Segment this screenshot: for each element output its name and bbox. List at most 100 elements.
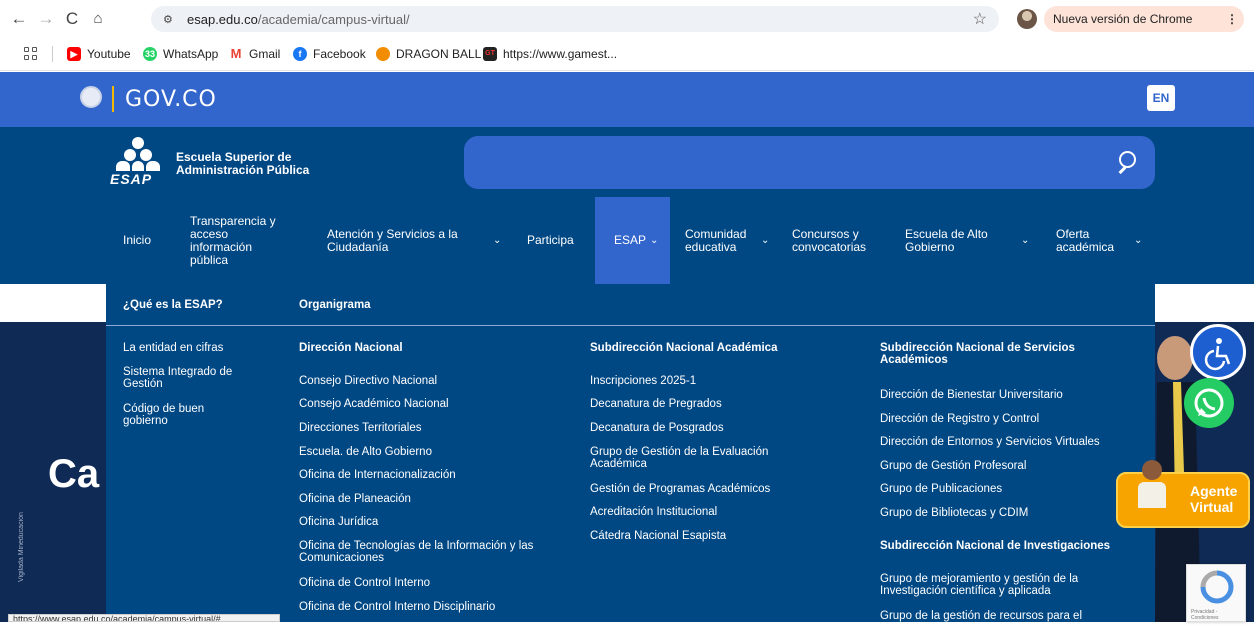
- institution-name[interactable]: Escuela Superior de Administración Públi…: [176, 151, 309, 177]
- nav-item-inicio[interactable]: Inicio: [114, 197, 162, 284]
- virtual-agent-label: Agente Virtual: [1190, 483, 1238, 515]
- esap-logo-text: ESAP: [110, 171, 153, 187]
- colombia-shield-icon[interactable]: [80, 86, 102, 108]
- link-sistema-integrado[interactable]: Sistema Integrado de Gestión: [123, 366, 253, 390]
- link-organigrama[interactable]: Organigrama: [299, 299, 371, 311]
- search-input[interactable]: [480, 150, 1100, 176]
- link-gestion-recursos[interactable]: Grupo de la gestión de recursos para el: [880, 610, 1120, 622]
- bookmark-star-icon[interactable]: ☆: [973, 9, 987, 29]
- link-programas-academicos[interactable]: Gestión de Programas Académicos: [590, 483, 770, 495]
- link-bienestar[interactable]: Dirección de Bienestar Universitario: [880, 389, 1063, 401]
- link-codigo-buen-gobierno[interactable]: Código de buen gobierno: [123, 403, 233, 427]
- link-escuela-alto-gobierno[interactable]: Escuela. de Alto Gobierno: [299, 446, 432, 458]
- link-decanatura-posgrados[interactable]: Decanatura de Posgrados: [590, 422, 724, 434]
- recaptcha-badge[interactable]: Privacidad - Condiciones: [1186, 564, 1246, 622]
- link-consejo-academico[interactable]: Consejo Académico Nacional: [299, 398, 449, 410]
- link-internacionalizacion[interactable]: Oficina de Internacionalización: [299, 469, 456, 481]
- bookmark-facebook[interactable]: f Facebook: [293, 46, 366, 62]
- nav-item-alto-gobierno[interactable]: Escuela de Alto Gobierno ⌄: [905, 197, 1030, 284]
- link-mejoramiento-investigacion[interactable]: Grupo de mejoramiento y gestión de la In…: [880, 573, 1110, 597]
- youtube-icon: ▶: [67, 47, 81, 61]
- bookmark-youtube[interactable]: ▶ Youtube: [67, 46, 131, 62]
- chevron-down-icon: ⌄: [493, 235, 502, 246]
- url-text[interactable]: esap.edu.co/academia/campus-virtual/: [187, 12, 410, 27]
- link-acreditacion[interactable]: Acreditación Institucional: [590, 506, 717, 518]
- whatsapp-icon: 33: [143, 47, 157, 61]
- link-entornos-virtuales[interactable]: Dirección de Entornos y Servicios Virtua…: [880, 436, 1100, 448]
- address-bar[interactable]: ⚙ esap.edu.co/academia/campus-virtual/ ☆: [151, 6, 999, 32]
- chevron-down-icon: ⌄: [1021, 235, 1030, 246]
- link-direcciones-territoriales[interactable]: Direcciones Territoriales: [299, 422, 422, 434]
- agent-avatar-icon: [1138, 460, 1166, 508]
- link-bibliotecas[interactable]: Grupo de Bibliotecas y CDIM: [880, 507, 1028, 519]
- link-que-es-esap[interactable]: ¿Qué es la ESAP?: [123, 299, 223, 311]
- link-oficina-tecnologias[interactable]: Oficina de Tecnologías de la Información…: [299, 540, 561, 564]
- link-inscripciones[interactable]: Inscripciones 2025-1: [590, 375, 696, 387]
- back-arrow-icon[interactable]: ←: [8, 8, 30, 30]
- nav-item-participa[interactable]: Participa: [527, 197, 593, 284]
- site-search: [464, 136, 1155, 189]
- link-consejo-directivo[interactable]: Consejo Directivo Nacional: [299, 375, 437, 387]
- whatsapp-icon: [1194, 388, 1224, 418]
- link-publicaciones[interactable]: Grupo de Publicaciones: [880, 483, 1002, 495]
- apps-grid-icon[interactable]: [24, 47, 38, 61]
- bookmarks-bar: ▶ Youtube 33 WhatsApp M Gmail f Facebook DRA…: [0, 38, 1254, 71]
- language-toggle-button[interactable]: EN: [1147, 85, 1175, 111]
- home-icon[interactable]: ⌂: [87, 8, 109, 30]
- link-oficina-juridica[interactable]: Oficina Jurídica: [299, 516, 378, 528]
- main-navigation: Inicio Transparencia y acceso informació…: [0, 197, 1254, 284]
- profile-avatar[interactable]: [1017, 9, 1037, 29]
- link-entidad-cifras[interactable]: La entidad en cifras: [123, 342, 263, 354]
- link-catedra-esapista[interactable]: Cátedra Nacional Esapista: [590, 530, 726, 542]
- recaptcha-footer: Privacidad - Condiciones: [1191, 609, 1219, 621]
- bookmark-whatsapp[interactable]: 33 WhatsApp: [143, 46, 218, 62]
- link-planeacion[interactable]: Oficina de Planeación: [299, 493, 411, 505]
- forward-arrow-icon[interactable]: →: [35, 8, 57, 30]
- bookmark-gamest[interactable]: GT https://www.gamest...: [483, 46, 617, 62]
- heading-subdireccion-academica[interactable]: Subdirección Nacional Académica: [590, 342, 777, 354]
- link-control-interno-disciplinario[interactable]: Oficina de Control Interno Disciplinario: [299, 601, 495, 613]
- link-evaluacion-academica[interactable]: Grupo de Gestión de la Evaluación Académ…: [590, 446, 800, 470]
- menu-dots-icon[interactable]: ⋮: [1226, 6, 1238, 32]
- nav-item-concursos[interactable]: Concursos y convocatorias: [792, 197, 882, 284]
- browser-toolbar: ← → C ⌂ ⚙ esap.edu.co/academia/campus-vi…: [0, 0, 1254, 52]
- wheelchair-icon: [1204, 338, 1231, 371]
- link-control-interno[interactable]: Oficina de Control Interno: [299, 577, 430, 589]
- hero-title: Ca: [48, 452, 100, 496]
- nav-item-esap[interactable]: ESAP ⌄: [595, 197, 670, 284]
- accessibility-button[interactable]: [1190, 324, 1246, 380]
- nav-item-comunidad[interactable]: Comunidad educativa ⌄: [685, 197, 770, 284]
- esap-mega-menu: ¿Qué es la ESAP? Organigrama La entidad …: [106, 284, 1155, 622]
- recaptcha-icon: [1200, 570, 1234, 604]
- status-bar-url: https://www.esap.edu.co/academia/campus-…: [8, 614, 280, 622]
- bookmarks-divider: [52, 46, 53, 62]
- link-registro-control[interactable]: Dirección de Registro y Control: [880, 413, 1039, 425]
- esap-logo[interactable]: ESAP: [110, 137, 166, 187]
- reload-icon[interactable]: C: [61, 8, 83, 30]
- facebook-icon: f: [293, 47, 307, 61]
- chrome-update-button[interactable]: Nueva versión de Chrome disponible ⋮: [1044, 6, 1244, 52]
- chevron-down-icon: ⌄: [761, 235, 770, 246]
- nav-item-atencion[interactable]: Atención y Servicios a la Ciudadanía ⌄: [327, 197, 507, 284]
- gov-co-logo[interactable]: GOV.CO: [125, 87, 217, 112]
- heading-servicios-academicos[interactable]: Subdirección Nacional de Servicios Acadé…: [880, 342, 1100, 366]
- site-header: ESAP Escuela Superior de Administración …: [0, 127, 1254, 284]
- gov-co-bar: GOV.CO EN: [0, 72, 1254, 127]
- nav-item-oferta[interactable]: Oferta académica ⌄: [1056, 197, 1146, 284]
- link-gestion-profesoral[interactable]: Grupo de Gestión Profesoral: [880, 460, 1026, 472]
- link-decanatura-pregrados[interactable]: Decanatura de Pregrados: [590, 398, 722, 410]
- search-icon[interactable]: [1118, 151, 1141, 174]
- chevron-down-icon: ⌄: [650, 235, 659, 246]
- chevron-down-icon: ⌄: [1134, 235, 1143, 246]
- heading-investigaciones[interactable]: Subdirección Nacional de Investigaciones: [880, 540, 1110, 552]
- bookmark-dragon-ball[interactable]: DRAGON BALL: [376, 46, 481, 62]
- gov-divider: [112, 86, 114, 112]
- dragon-ball-icon: [376, 47, 390, 61]
- bookmark-gmail[interactable]: M Gmail: [229, 46, 281, 62]
- virtual-agent-button[interactable]: Agente Virtual: [1116, 460, 1250, 528]
- whatsapp-chat-button[interactable]: [1184, 378, 1234, 428]
- site-settings-icon[interactable]: ⚙: [163, 13, 177, 26]
- nav-item-transparencia[interactable]: Transparencia y acceso información públi…: [190, 197, 300, 284]
- heading-direccion-nacional[interactable]: Dirección Nacional: [299, 342, 403, 354]
- hero-banner-left: Ca Vigilada Mineducación: [0, 322, 106, 622]
